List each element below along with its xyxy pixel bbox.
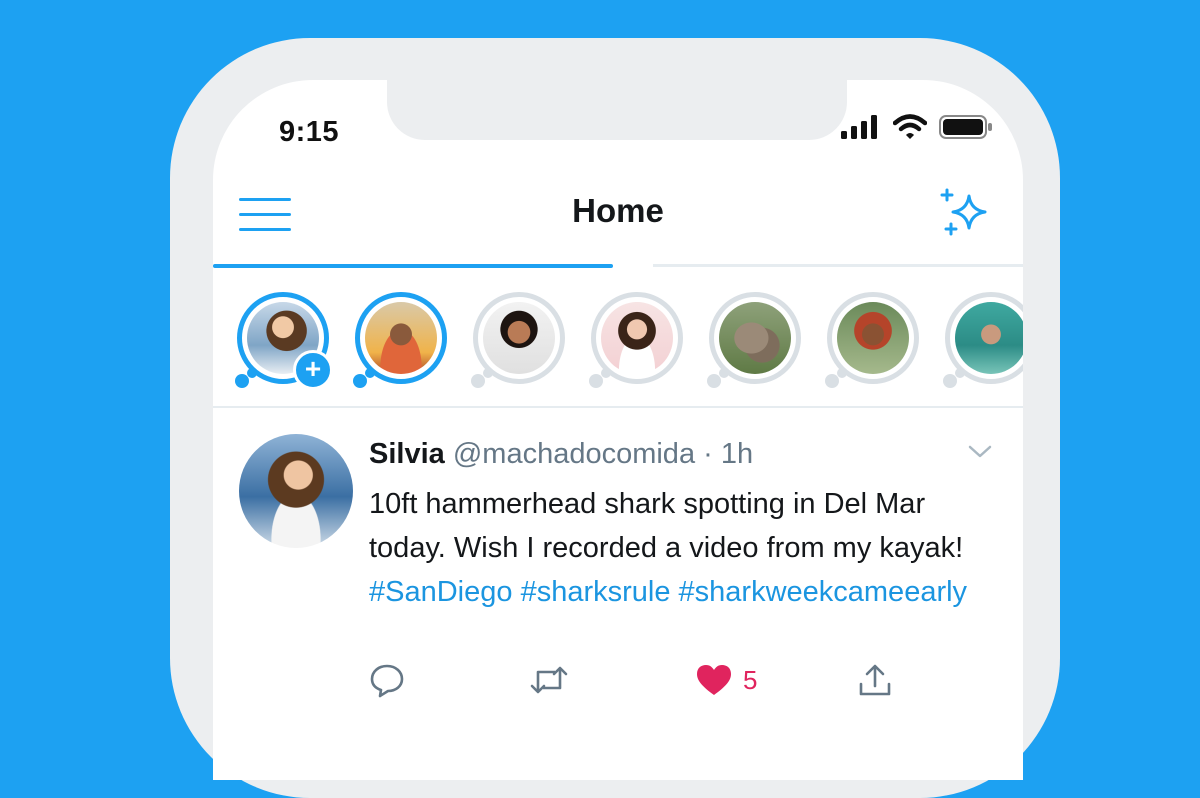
- share-button[interactable]: [857, 660, 893, 700]
- fleets-divider: [213, 406, 1023, 408]
- fleet-item[interactable]: [943, 292, 1023, 388]
- tweet-actions: 5: [369, 660, 929, 700]
- phone-screen: 9:15 Home + Silvia @machadocomida · 1h 1…: [213, 80, 1023, 780]
- cellular-signal-icon: [841, 115, 877, 139]
- fleet-avatar: [365, 302, 437, 374]
- tweet-header: Silvia @machadocomida · 1h: [369, 438, 753, 471]
- avatar[interactable]: [239, 434, 353, 548]
- fleet-avatar: [837, 302, 909, 374]
- tweet[interactable]: Silvia @machadocomida · 1h 10ft hammerhe…: [213, 410, 1023, 780]
- meta-separator: ·: [703, 438, 713, 470]
- hashtag-link[interactable]: #SanDiego: [369, 576, 513, 608]
- fleet-avatar: [601, 302, 673, 374]
- chevron-down-icon[interactable]: [967, 440, 993, 462]
- user-handle[interactable]: @machadocomida: [453, 438, 695, 470]
- share-icon: [859, 664, 891, 696]
- fleet-item[interactable]: [589, 292, 683, 388]
- sparkle-icon[interactable]: [939, 188, 995, 240]
- fleet-own[interactable]: +: [235, 292, 333, 390]
- like-button[interactable]: 5: [695, 660, 757, 700]
- status-time: 9:15: [279, 116, 340, 148]
- fleet-item[interactable]: [825, 292, 919, 388]
- reply-icon: [370, 664, 404, 698]
- fleet-item[interactable]: [471, 292, 565, 388]
- like-count: 5: [743, 664, 758, 695]
- add-fleet-button[interactable]: +: [293, 350, 333, 390]
- tab-secondary[interactable]: [653, 264, 1023, 267]
- page-title: Home: [572, 192, 664, 229]
- wifi-icon: [893, 114, 927, 139]
- fleets-row: +: [235, 292, 1023, 390]
- fleet-avatar: [719, 302, 791, 374]
- display-name[interactable]: Silvia: [369, 438, 445, 470]
- fleet-avatar: [483, 302, 555, 374]
- retweet-icon: [530, 666, 568, 694]
- reply-button[interactable]: [369, 660, 405, 700]
- phone-notch: [387, 80, 847, 140]
- fleet-item[interactable]: [707, 292, 801, 388]
- tab-home-active[interactable]: [213, 264, 613, 268]
- hashtag-link[interactable]: #sharksrule: [521, 576, 671, 608]
- tab-indicator-bar: [213, 264, 1023, 268]
- hashtag-link[interactable]: #sharkweekcameearly: [679, 576, 968, 608]
- retweet-button[interactable]: [529, 660, 569, 700]
- fleet-avatar: [955, 302, 1023, 374]
- tweet-text: 10ft hammerhead shark spotting in Del Ma…: [369, 482, 999, 614]
- status-icons: [841, 112, 993, 142]
- tweet-timestamp[interactable]: 1h: [721, 438, 753, 470]
- tweet-text-plain: 10ft hammerhead shark spotting in Del Ma…: [369, 488, 964, 564]
- like-icon: [697, 665, 731, 695]
- fleet-item[interactable]: [353, 292, 447, 388]
- battery-icon: [939, 115, 992, 139]
